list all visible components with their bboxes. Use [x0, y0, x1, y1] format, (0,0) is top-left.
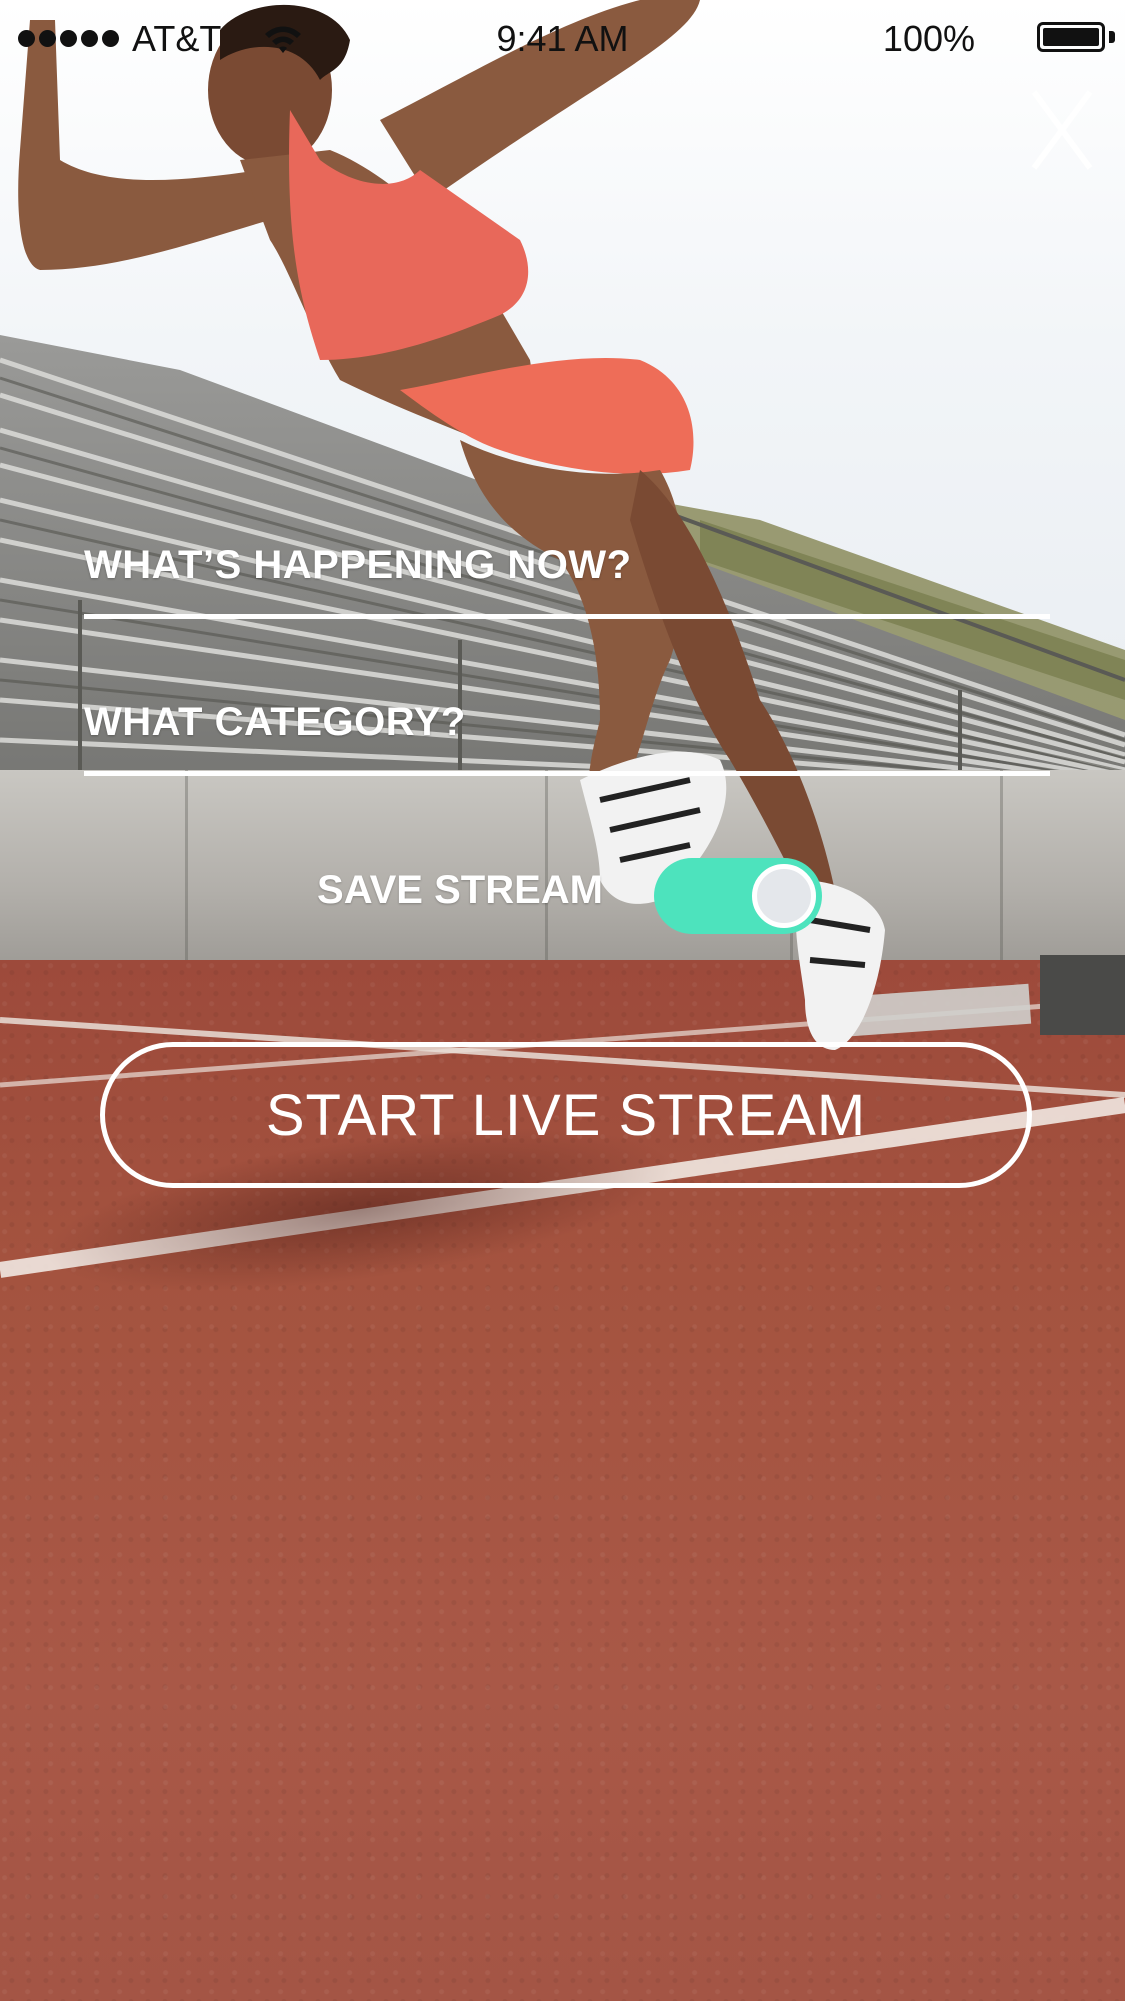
- live-stream-setup-screen: AT&T 9:41 AM 100% WHAT’S HAPPENING NOW? …: [0, 0, 1125, 2001]
- save-stream-label: SAVE STREAM: [317, 868, 603, 912]
- start-live-stream-button[interactable]: START LIVE STREAM: [100, 1042, 1032, 1188]
- battery-percent: 100%: [882, 18, 975, 59]
- close-icon[interactable]: [1030, 88, 1094, 172]
- save-stream-toggle[interactable]: [654, 858, 822, 934]
- battery-nub: [1109, 31, 1115, 43]
- status-bar: AT&T 9:41 AM 100%: [0, 0, 1125, 80]
- toggle-knob: [752, 864, 816, 928]
- happening-now-field[interactable]: WHAT’S HAPPENING NOW?: [84, 543, 1050, 623]
- field-underline: [84, 614, 1050, 619]
- happening-now-label: WHAT’S HAPPENING NOW?: [84, 543, 632, 587]
- field-underline: [84, 771, 1050, 776]
- battery-icon: [1037, 22, 1105, 52]
- category-field[interactable]: WHAT CATEGORY?: [84, 700, 1050, 780]
- category-label: WHAT CATEGORY?: [84, 700, 466, 744]
- save-stream-row: SAVE STREAM: [0, 858, 1125, 934]
- background-photo: [0, 0, 1125, 2001]
